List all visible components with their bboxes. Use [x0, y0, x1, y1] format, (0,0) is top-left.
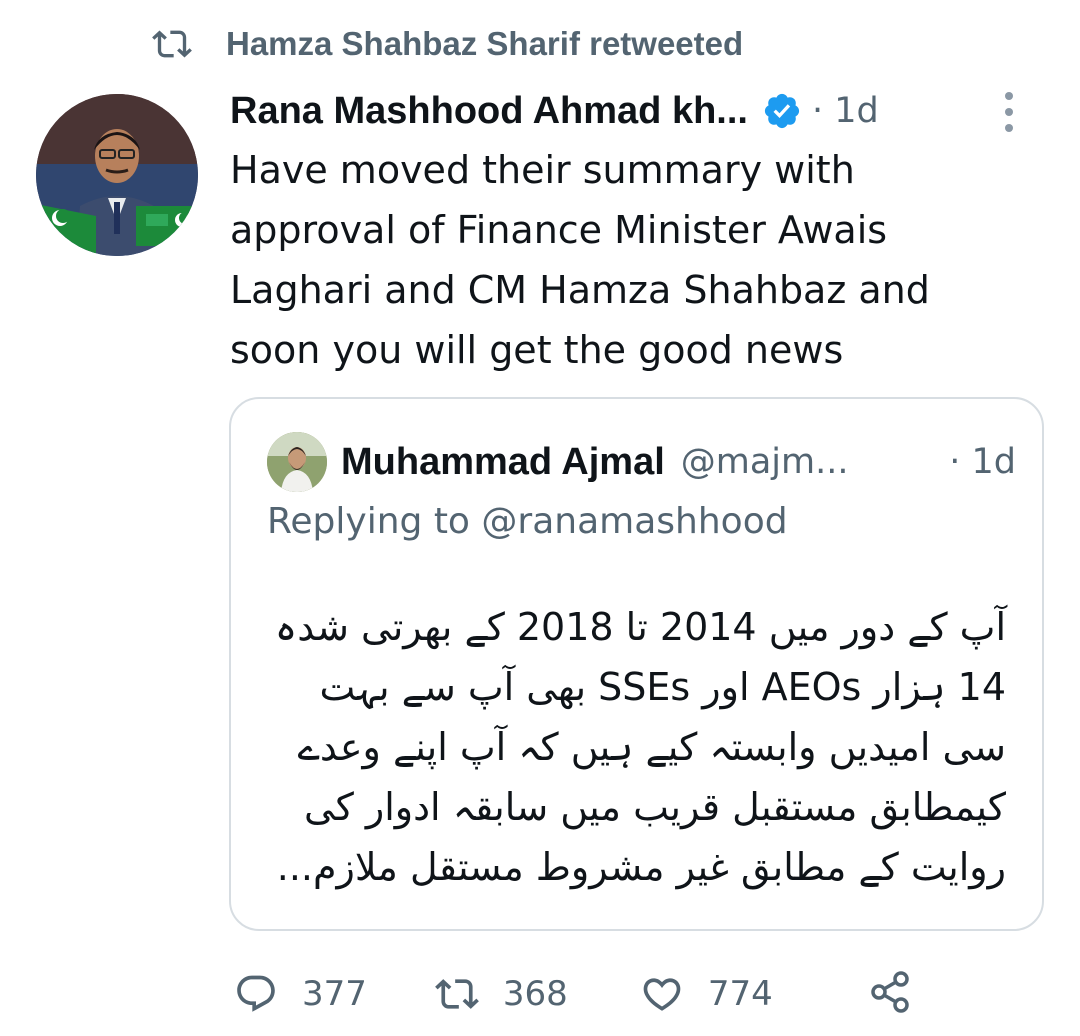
quoted-time[interactable]: · 1d	[949, 442, 1016, 482]
author-avatar[interactable]	[36, 94, 198, 256]
like-button[interactable]: 774	[640, 972, 773, 1016]
quoted-avatar-image	[267, 432, 327, 492]
author-name[interactable]: Rana Mashhood Ahmad kh...	[230, 90, 748, 133]
like-count: 774	[707, 974, 773, 1014]
verified-badge-icon	[764, 93, 800, 129]
tweet-actions: 377 368 774	[234, 966, 773, 1022]
tweet-time[interactable]: · 1d	[812, 91, 879, 131]
quoted-author-avatar[interactable]	[267, 432, 327, 492]
author-avatar-image	[36, 94, 198, 256]
share-icon[interactable]	[866, 968, 914, 1016]
retweet-button[interactable]: 368	[435, 972, 568, 1016]
retweet-icon	[152, 30, 192, 58]
quoted-header: Muhammad Ajmal @majm... · 1d	[341, 437, 1016, 487]
retweet-count: 368	[502, 974, 568, 1014]
replying-to: Replying to @ranamashhood	[267, 501, 788, 542]
quoted-author-handle[interactable]: @majm...	[681, 442, 849, 482]
retweet-icon	[435, 979, 479, 1009]
retweet-context-text: Hamza Shahbaz Sharif retweeted	[226, 25, 744, 62]
replying-to-label: Replying to	[267, 501, 482, 542]
quoted-tweet-card[interactable]: Muhammad Ajmal @majm... · 1d Replying to…	[229, 397, 1044, 931]
reply-count: 377	[302, 974, 367, 1014]
retweet-context[interactable]: Hamza Shahbaz Sharif retweeted	[150, 22, 743, 66]
quoted-tweet-text: آپ کے دور میں 2014 تا 2018 کے بھرتی شدہ …	[274, 605, 1006, 889]
heart-icon	[643, 978, 681, 1011]
reply-icon	[237, 975, 275, 1012]
replying-to-mention[interactable]: @ranamashhood	[481, 501, 787, 542]
reply-button[interactable]: 377	[234, 972, 367, 1016]
tweet-header: Rana Mashhood Ahmad kh... · 1d	[230, 86, 1030, 136]
quoted-author-name[interactable]: Muhammad Ajmal	[341, 441, 665, 484]
more-vertical-icon[interactable]	[1000, 90, 1018, 134]
tweet-text: Have moved their summary with approval o…	[230, 148, 930, 372]
